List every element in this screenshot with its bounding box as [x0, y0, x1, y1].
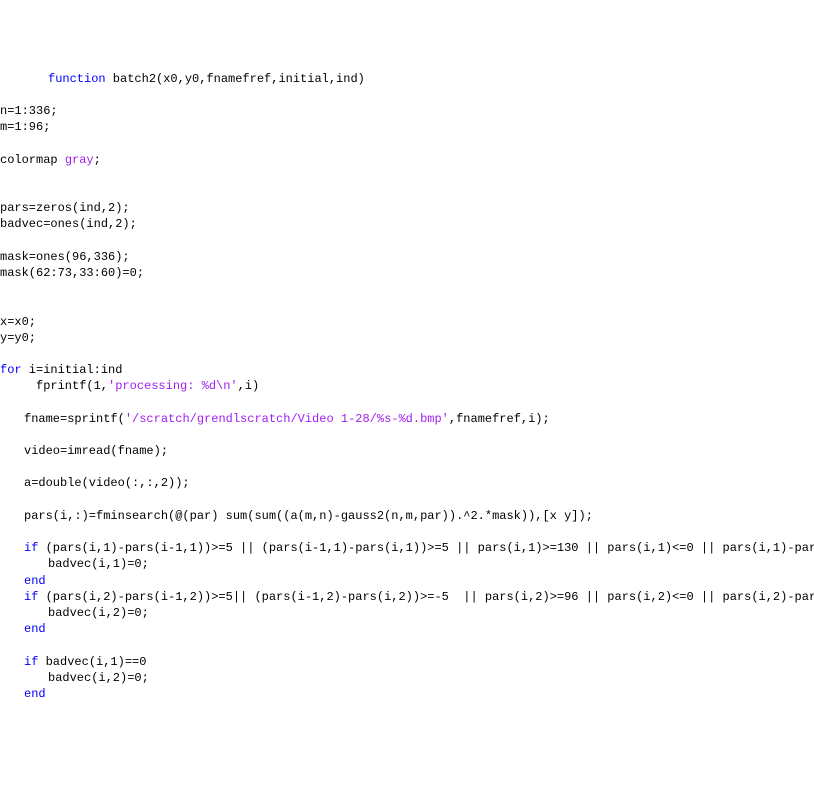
text-token: (pars(i,2)-pars(i-1,2))>=5|| (pars(i-1,2… [38, 590, 814, 604]
code-line: badvec(i,1)=0; [0, 556, 814, 572]
text-token: y=y0; [0, 331, 36, 345]
string-token: '/scratch/grendlscratch/Video 1-28/%s-%d… [125, 412, 449, 426]
code-line [0, 281, 814, 297]
text-token: ,i) [238, 379, 260, 393]
text-token: pars=zeros(ind,2); [0, 201, 130, 215]
text-token: badvec(i,1)=0; [48, 557, 149, 571]
text-token: pars(i,:)=fminsearch(@(par) sum(sum((a(m… [24, 509, 593, 523]
text-token: x=x0; [0, 315, 36, 329]
text-token: batch2(x0,y0,fnamefref,initial,ind) [106, 72, 365, 86]
code-line: if (pars(i,2)-pars(i-1,2))>=5|| (pars(i-… [0, 589, 814, 605]
code-line: fprintf(1,'processing: %d\n',i) [0, 378, 814, 394]
keyword-token: if [24, 541, 38, 555]
text-token [0, 234, 7, 248]
code-line: mask=ones(96,336); [0, 249, 814, 265]
code-line: mask(62:73,33:60)=0; [0, 265, 814, 281]
string-token: gray [65, 153, 94, 167]
code-line: y=y0; [0, 330, 814, 346]
keyword-token: function [48, 72, 106, 86]
code-line: for i=initial:ind [0, 362, 814, 378]
text-token: a=double(video(:,:,2)); [24, 476, 190, 490]
code-line: badvec(i,2)=0; [0, 670, 814, 686]
code-line [0, 168, 814, 184]
text-token: ; [94, 153, 101, 167]
keyword-token: end [24, 687, 46, 701]
text-token [0, 137, 7, 151]
text-token [0, 185, 7, 199]
code-line: if badvec(i,1)==0 [0, 654, 814, 670]
text-token: fprintf(1, [36, 379, 108, 393]
text-token: (pars(i,1)-pars(i-1,1))>=5 || (pars(i-1,… [38, 541, 814, 555]
keyword-token: end [24, 622, 46, 636]
code-line [0, 87, 814, 103]
text-token: video=imread(fname); [24, 444, 168, 458]
string-token: 'processing: %d\n' [108, 379, 238, 393]
keyword-token: if [24, 590, 38, 604]
code-line [0, 459, 814, 475]
code-line [0, 492, 814, 508]
keyword-token: for [0, 363, 22, 377]
code-line: fname=sprintf('/scratch/grendlscratch/Vi… [0, 411, 814, 427]
keyword-token: end [24, 574, 46, 588]
text-token: badvec(i,2)=0; [48, 671, 149, 685]
code-line: badvec(i,2)=0; [0, 605, 814, 621]
text-token [0, 428, 7, 442]
text-token: m=1:96; [0, 120, 50, 134]
text-token [0, 88, 7, 102]
code-line [0, 184, 814, 200]
text-token [0, 396, 7, 410]
text-token [0, 347, 7, 361]
text-token: mask=ones(96,336); [0, 250, 130, 264]
code-line: pars(i,:)=fminsearch(@(par) sum(sum((a(m… [0, 508, 814, 524]
code-line [0, 427, 814, 443]
text-token [0, 493, 7, 507]
code-line: end [0, 686, 814, 702]
text-token: badvec=ones(ind,2); [0, 217, 137, 231]
code-line: video=imread(fname); [0, 443, 814, 459]
code-line [0, 637, 814, 653]
code-line: x=x0; [0, 314, 814, 330]
code-line: if (pars(i,1)-pars(i-1,1))>=5 || (pars(i… [0, 540, 814, 556]
keyword-token: if [24, 655, 38, 669]
code-line [0, 136, 814, 152]
text-token [0, 638, 7, 652]
code-line: m=1:96; [0, 119, 814, 135]
text-token: badvec(i,2)=0; [48, 606, 149, 620]
code-line: badvec=ones(ind,2); [0, 216, 814, 232]
text-token: colormap [0, 153, 65, 167]
code-line: function batch2(x0,y0,fnamefref,initial,… [0, 71, 814, 87]
code-line: end [0, 621, 814, 637]
text-token: ,fnamefref,i); [449, 412, 550, 426]
code-line: pars=zeros(ind,2); [0, 200, 814, 216]
code-line: n=1:336; [0, 103, 814, 119]
text-token: i=initial:ind [22, 363, 123, 377]
code-line [0, 233, 814, 249]
text-token: n=1:336; [0, 104, 58, 118]
code-line [0, 524, 814, 540]
text-token: mask(62:73,33:60)=0; [0, 266, 144, 280]
text-token [0, 282, 7, 296]
code-line [0, 297, 814, 313]
text-token: badvec(i,1)==0 [38, 655, 146, 669]
text-token [0, 169, 7, 183]
text-token [0, 525, 7, 539]
code-line: end [0, 573, 814, 589]
text-token [0, 298, 7, 312]
code-line [0, 346, 814, 362]
code-line: a=double(video(:,:,2)); [0, 475, 814, 491]
text-token: fname=sprintf( [24, 412, 125, 426]
code-editor[interactable]: function batch2(x0,y0,fnamefref,initial,… [0, 65, 814, 708]
code-line [0, 395, 814, 411]
text-token [0, 460, 7, 474]
code-line: colormap gray; [0, 152, 814, 168]
